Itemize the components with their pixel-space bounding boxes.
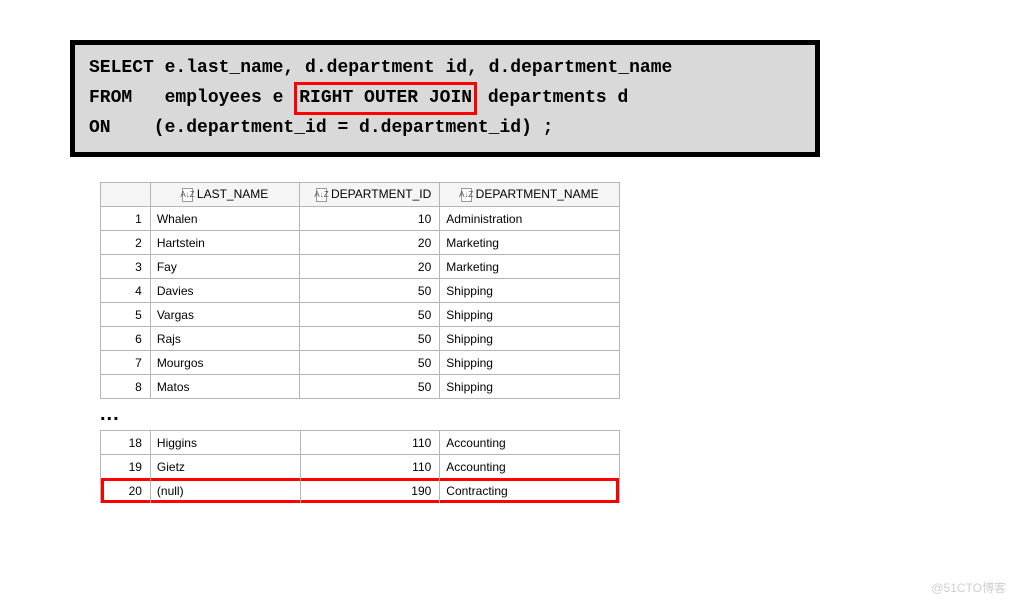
cell-last-name: Whalen [150, 207, 300, 231]
table-body-bottom: 18Higgins110Accounting19Gietz110Accounti… [101, 431, 620, 503]
cell-last-name: Davies [150, 279, 300, 303]
cell-dept-name: Shipping [440, 279, 620, 303]
sql-line1: SELECT e.last_name, d.department id, d.d… [89, 58, 672, 78]
cell-dept-name: Shipping [440, 327, 620, 351]
table-row: 20(null)190Contracting [101, 479, 620, 503]
cell-dept-id: 50 [300, 351, 440, 375]
sql-highlight-right-outer-join: RIGHT OUTER JOIN [294, 82, 477, 115]
cell-last-name: Mourgos [150, 351, 300, 375]
table-row: 19Gietz110Accounting [101, 455, 620, 479]
cell-dept-name: Shipping [440, 375, 620, 399]
sort-icon: A↓Z [182, 188, 193, 202]
table-row: 5Vargas50Shipping [101, 303, 620, 327]
results-table-top: A↓ZLAST_NAME A↓ZDEPARTMENT_ID A↓ZDEPARTM… [100, 182, 620, 399]
cell-last-name: Matos [150, 375, 300, 399]
row-number: 18 [101, 431, 151, 455]
row-number: 19 [101, 455, 151, 479]
cell-dept-name: Accounting [440, 455, 620, 479]
table-row: 8Matos50Shipping [101, 375, 620, 399]
cell-dept-id: 110 [300, 431, 440, 455]
cell-dept-name: Shipping [440, 351, 620, 375]
row-number: 8 [101, 375, 151, 399]
row-number: 3 [101, 255, 151, 279]
cell-dept-name: Accounting [440, 431, 620, 455]
cell-dept-name: Administration [440, 207, 620, 231]
cell-dept-name: Contracting [440, 479, 620, 503]
sort-icon: A↓Z [316, 188, 327, 202]
cell-dept-id: 50 [300, 279, 440, 303]
cell-dept-id: 190 [300, 479, 440, 503]
results-table-bottom: 18Higgins110Accounting19Gietz110Accounti… [100, 430, 620, 503]
row-number: 5 [101, 303, 151, 327]
cell-dept-id: 110 [300, 455, 440, 479]
cell-last-name: Hartstein [150, 231, 300, 255]
table-row: 6Rajs50Shipping [101, 327, 620, 351]
row-number: 4 [101, 279, 151, 303]
row-number-header [101, 183, 151, 207]
table-row: 18Higgins110Accounting [101, 431, 620, 455]
table-header: A↓ZLAST_NAME A↓ZDEPARTMENT_ID A↓ZDEPARTM… [101, 183, 620, 207]
sql-query-box: SELECT e.last_name, d.department id, d.d… [70, 40, 820, 157]
cell-last-name: Higgins [150, 431, 300, 455]
cell-dept-name: Marketing [440, 231, 620, 255]
col-header-dept-id[interactable]: A↓ZDEPARTMENT_ID [300, 183, 440, 207]
watermark: @51CTO博客 [931, 579, 1006, 596]
cell-dept-name: Shipping [440, 303, 620, 327]
table-body-top: 1Whalen10Administration2Hartstein20Marke… [101, 207, 620, 399]
row-number: 6 [101, 327, 151, 351]
ellipsis: ... [100, 403, 994, 426]
cell-last-name: Fay [150, 255, 300, 279]
table-row: 4Davies50Shipping [101, 279, 620, 303]
table-row: 7Mourgos50Shipping [101, 351, 620, 375]
cell-last-name: (null) [150, 479, 300, 503]
cell-dept-id: 20 [300, 255, 440, 279]
cell-last-name: Rajs [150, 327, 300, 351]
sql-line2a: FROM employees e [89, 88, 294, 108]
row-number: 20 [101, 479, 151, 503]
cell-dept-id: 20 [300, 231, 440, 255]
cell-last-name: Vargas [150, 303, 300, 327]
sql-line2b: departments d [477, 88, 628, 108]
cell-last-name: Gietz [150, 455, 300, 479]
col-header-last-name[interactable]: A↓ZLAST_NAME [150, 183, 300, 207]
cell-dept-name: Marketing [440, 255, 620, 279]
table-row: 2Hartstein20Marketing [101, 231, 620, 255]
cell-dept-id: 10 [300, 207, 440, 231]
sort-icon: A↓Z [461, 188, 472, 202]
row-number: 2 [101, 231, 151, 255]
table-row: 1Whalen10Administration [101, 207, 620, 231]
table-row: 3Fay20Marketing [101, 255, 620, 279]
cell-dept-id: 50 [300, 303, 440, 327]
row-number: 7 [101, 351, 151, 375]
row-number: 1 [101, 207, 151, 231]
sql-line3: ON (e.department_id = d.department_id) ; [89, 118, 553, 138]
cell-dept-id: 50 [300, 327, 440, 351]
cell-dept-id: 50 [300, 375, 440, 399]
col-header-dept-name[interactable]: A↓ZDEPARTMENT_NAME [440, 183, 620, 207]
